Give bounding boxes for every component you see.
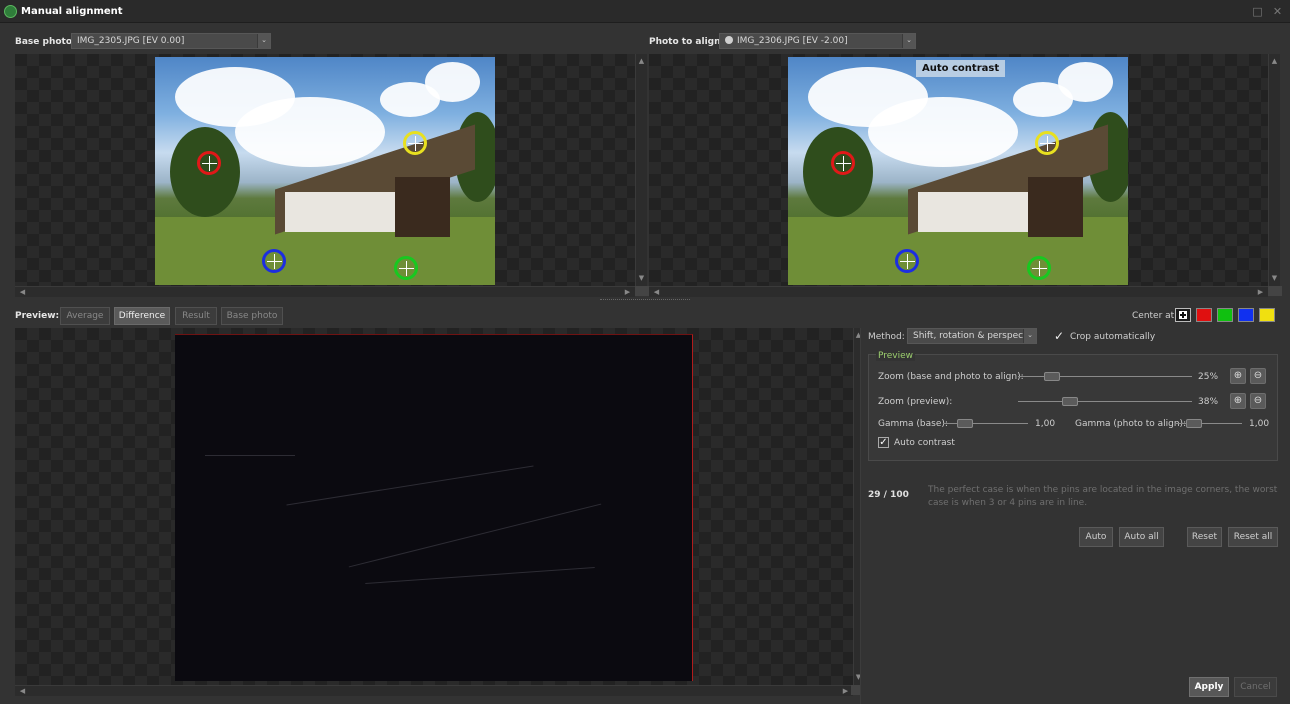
zoom-base-slider-thumb[interactable] bbox=[1044, 372, 1060, 381]
preview-viewer[interactable] bbox=[15, 328, 853, 685]
chevron-down-icon: ⌄ bbox=[1023, 329, 1036, 343]
red-pin[interactable] bbox=[831, 151, 855, 175]
photo-to-align-value: IMG_2306.JPG [EV -2.00] bbox=[737, 36, 848, 46]
app-logo-icon bbox=[4, 5, 17, 18]
gamma-base-slider-thumb[interactable] bbox=[957, 419, 973, 428]
zoom-preview-value: 38% bbox=[1198, 397, 1219, 407]
gamma-base-slider[interactable] bbox=[943, 423, 1028, 424]
method-value: Shift, rotation & perspective bbox=[913, 331, 1037, 341]
base-viewer-hscrollbar[interactable]: ◀ ▶ bbox=[15, 286, 635, 297]
auto-button[interactable]: Auto bbox=[1079, 527, 1113, 547]
zoom-base-value: 25% bbox=[1198, 372, 1219, 382]
align-photo-image: Auto contrast bbox=[788, 57, 1128, 285]
zoom-in-icon[interactable]: ⊕ bbox=[1230, 393, 1246, 409]
reset-all-button[interactable]: Reset all bbox=[1228, 527, 1278, 547]
tab-base-photo[interactable]: Base photo bbox=[221, 307, 283, 325]
alignment-hint: The perfect case is when the pins are lo… bbox=[928, 485, 1278, 508]
yellow-pin[interactable] bbox=[1035, 131, 1059, 155]
photo-to-align-select[interactable]: IMG_2306.JPG [EV -2.00] ⌄ bbox=[719, 33, 916, 49]
tab-average[interactable]: Average bbox=[60, 307, 110, 325]
chevron-down-icon: ⌄ bbox=[257, 34, 270, 48]
preview-label: Preview: bbox=[15, 311, 60, 321]
center-at-blue-button[interactable] bbox=[1238, 308, 1254, 322]
zoom-preview-label: Zoom (preview): bbox=[878, 397, 953, 407]
difference-preview-image bbox=[175, 334, 693, 681]
align-viewer-vscrollbar[interactable]: ▲ ▼ bbox=[1268, 54, 1280, 286]
preview-hscrollbar[interactable]: ◀ ▶ bbox=[15, 685, 853, 696]
blue-pin[interactable] bbox=[262, 249, 286, 273]
method-select[interactable]: Shift, rotation & perspective ⌄ bbox=[907, 328, 1037, 344]
maximize-button[interactable]: □ bbox=[1250, 4, 1265, 19]
auto-all-button[interactable]: Auto all bbox=[1119, 527, 1164, 547]
base-viewer-vscrollbar[interactable]: ▲ ▼ bbox=[635, 54, 647, 286]
base-viewer-navigator-icon[interactable] bbox=[635, 286, 649, 296]
green-pin[interactable] bbox=[394, 256, 418, 280]
center-at-red-button[interactable] bbox=[1196, 308, 1212, 322]
gamma-align-slider-thumb[interactable] bbox=[1186, 419, 1202, 428]
align-viewer-hscrollbar[interactable]: ◀ ▶ bbox=[649, 286, 1268, 297]
zoom-in-icon[interactable]: ⊕ bbox=[1230, 368, 1246, 384]
gamma-base-label: Gamma (base): bbox=[878, 419, 948, 429]
splitter-handle[interactable] bbox=[600, 299, 690, 300]
reset-button[interactable]: Reset bbox=[1187, 527, 1222, 547]
method-label: Method: bbox=[868, 332, 905, 342]
zoom-preview-slider[interactable] bbox=[1018, 401, 1192, 402]
align-photo-viewer[interactable]: Auto contrast bbox=[649, 54, 1268, 286]
auto-contrast-checkbox[interactable]: ✓ bbox=[878, 437, 889, 448]
close-button[interactable]: ✕ bbox=[1270, 4, 1285, 19]
gamma-base-value: 1,00 bbox=[1035, 419, 1056, 429]
auto-contrast-overlay: Auto contrast bbox=[916, 60, 1006, 77]
check-circle-icon bbox=[725, 36, 733, 44]
tab-result[interactable]: Result bbox=[175, 307, 217, 325]
yellow-pin[interactable] bbox=[403, 131, 427, 155]
blue-pin[interactable] bbox=[895, 249, 919, 273]
apply-button[interactable]: Apply bbox=[1189, 677, 1229, 697]
crop-automatically-label: Crop automatically bbox=[1070, 332, 1156, 342]
red-pin[interactable] bbox=[197, 151, 221, 175]
window-title: Manual alignment bbox=[21, 6, 123, 17]
center-at-green-button[interactable] bbox=[1217, 308, 1233, 322]
crop-checkmark-icon[interactable]: ✓ bbox=[1054, 329, 1064, 343]
cancel-button[interactable]: Cancel bbox=[1234, 677, 1277, 697]
photo-to-align-label: Photo to align: bbox=[649, 37, 725, 47]
base-photo-select[interactable]: IMG_2305.JPG [EV 0.00] ⌄ bbox=[71, 33, 271, 49]
center-at-yellow-button[interactable] bbox=[1259, 308, 1275, 322]
base-photo-value: IMG_2305.JPG [EV 0.00] bbox=[77, 36, 185, 46]
center-at-center-button[interactable] bbox=[1175, 308, 1191, 322]
chevron-down-icon: ⌄ bbox=[902, 34, 915, 48]
zoom-preview-slider-thumb[interactable] bbox=[1062, 397, 1078, 406]
zoom-out-icon[interactable]: ⊖ bbox=[1250, 368, 1266, 384]
zoom-out-icon[interactable]: ⊖ bbox=[1250, 393, 1266, 409]
preview-group-title: Preview bbox=[876, 351, 916, 361]
auto-contrast-label: Auto contrast bbox=[894, 438, 955, 448]
gamma-align-label: Gamma (photo to align): bbox=[1075, 419, 1187, 429]
title-bar: Manual alignment □ ✕ bbox=[0, 0, 1290, 23]
align-viewer-navigator-icon[interactable] bbox=[1268, 286, 1282, 296]
green-pin[interactable] bbox=[1027, 256, 1051, 280]
zoom-base-label: Zoom (base and photo to align): bbox=[878, 372, 1024, 382]
alignment-score: 29 / 100 bbox=[868, 490, 909, 500]
center-at-label: Center at: bbox=[1132, 311, 1178, 321]
base-photo-image bbox=[155, 57, 495, 285]
tab-difference[interactable]: Difference bbox=[114, 307, 170, 325]
gamma-align-value: 1,00 bbox=[1249, 419, 1270, 429]
base-photo-label: Base photo: bbox=[15, 37, 76, 47]
base-photo-viewer[interactable] bbox=[15, 54, 635, 286]
